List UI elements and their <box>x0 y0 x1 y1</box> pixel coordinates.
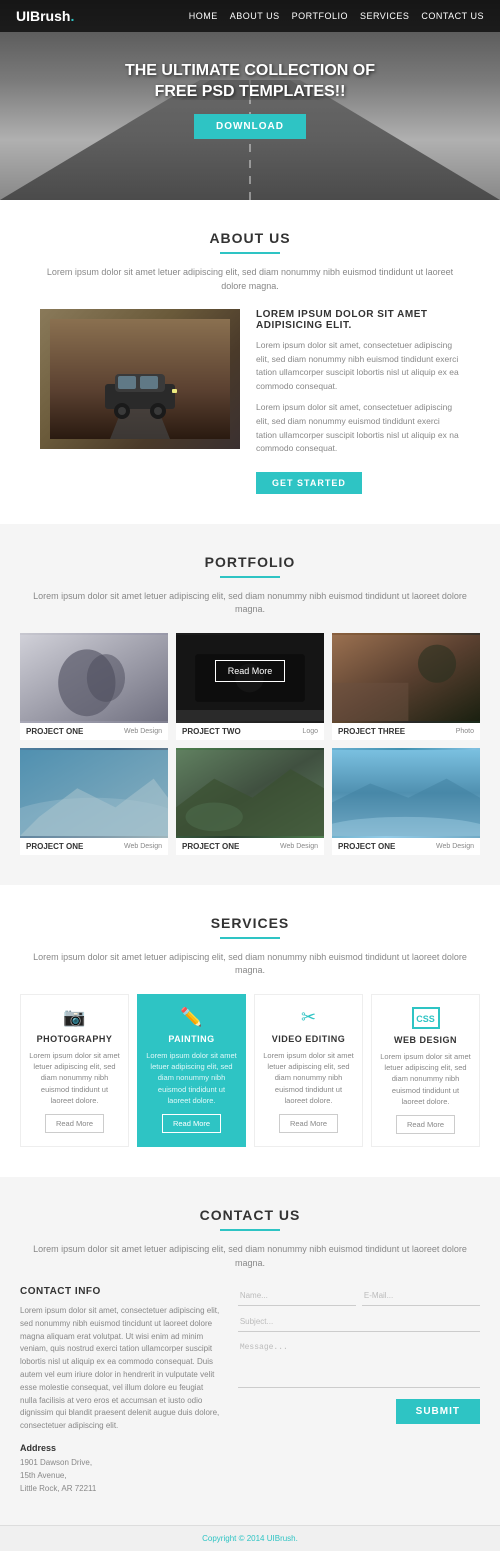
portfolio-item-6[interactable]: PROJECT ONE Web Design <box>332 748 480 855</box>
photography-icon: 📷 <box>29 1007 120 1028</box>
about-subtitle: Lorem ipsum dolor sit amet letuer adipis… <box>40 266 460 293</box>
web-design-icon: CSS <box>412 1007 440 1029</box>
portfolio-caption-6: PROJECT ONE Web Design <box>332 838 480 855</box>
footer: Copyright © 2014 UIBrush. <box>0 1525 500 1551</box>
contact-grid: CONTACT INFO Lorem ipsum dolor sit amet,… <box>20 1286 480 1495</box>
logo[interactable]: UIBrush. <box>16 8 74 24</box>
subject-input[interactable] <box>238 1312 480 1332</box>
nav-about[interactable]: ABOUT US <box>230 11 280 21</box>
about-para-1: Lorem ipsum dolor sit amet, consectetuer… <box>256 339 460 393</box>
about-section: ABOUT US Lorem ipsum dolor sit amet letu… <box>0 200 500 524</box>
services-subtitle: Lorem ipsum dolor sit amet letuer adipis… <box>20 951 480 978</box>
car-svg <box>50 319 230 439</box>
video-editing-desc: Lorem ipsum dolor sit amet letuer adipis… <box>263 1050 354 1106</box>
service-web-design: CSS WEB DESIGN Lorem ipsum dolor sit ame… <box>371 994 480 1147</box>
portfolio-grid: PROJECT ONE Web Design Read More PROJECT… <box>20 633 480 855</box>
get-started-button[interactable]: GET STARTED <box>256 472 362 494</box>
portfolio-caption-3: PROJECT THREE Photo <box>332 723 480 740</box>
painting-desc: Lorem ipsum dolor sit amet letuer adipis… <box>146 1050 237 1106</box>
form-row-1 <box>238 1286 480 1306</box>
portfolio-subtitle: Lorem ipsum dolor sit amet letuer adipis… <box>20 590 480 617</box>
portfolio-item-5[interactable]: PROJECT ONE Web Design <box>176 748 324 855</box>
photography-title: PHOTOGRAPHY <box>29 1034 120 1044</box>
read-more-button[interactable]: Read More <box>215 660 286 682</box>
submit-button[interactable]: SUBMIT <box>396 1399 480 1424</box>
footer-brand: UIBrush. <box>267 1534 298 1543</box>
web-design-desc: Lorem ipsum dolor sit amet letuer adipis… <box>380 1051 471 1107</box>
painting-read-more-button[interactable]: Read More <box>162 1114 221 1133</box>
web-design-title: WEB DESIGN <box>380 1035 471 1045</box>
footer-text: Copyright © 2014 UIBrush. <box>202 1534 298 1543</box>
about-para-2: Lorem ipsum dolor sit amet, consectetuer… <box>256 401 460 455</box>
contact-title: CONTACT US <box>20 1207 480 1223</box>
about-grid: LOREM IPSUM DOLOR SIT AMET ADIPISICING E… <box>40 309 460 494</box>
name-input[interactable] <box>238 1286 356 1306</box>
hero-content: THE ULTIMATE COLLECTION OFFREE PSD TEMPL… <box>125 61 375 140</box>
about-divider <box>220 252 280 254</box>
service-painting: ✏️ PAINTING Lorem ipsum dolor sit amet l… <box>137 994 246 1147</box>
nav-services[interactable]: SERVICES <box>360 11 409 21</box>
portfolio-section: PORTFOLIO Lorem ipsum dolor sit amet let… <box>0 524 500 885</box>
nav-home[interactable]: HOME <box>189 11 218 21</box>
contact-info-block: CONTACT INFO Lorem ipsum dolor sit amet,… <box>20 1286 222 1495</box>
submit-row: SUBMIT <box>238 1399 480 1424</box>
hero-title: THE ULTIMATE COLLECTION OFFREE PSD TEMPL… <box>125 61 375 103</box>
portfolio-item-1[interactable]: PROJECT ONE Web Design <box>20 633 168 740</box>
portfolio-item-4[interactable]: PROJECT ONE Web Design <box>20 748 168 855</box>
download-button[interactable]: DOWNLOAD <box>194 114 306 139</box>
nav-contact[interactable]: CONTACT US <box>421 11 484 21</box>
portfolio-item-2[interactable]: Read More PROJECT TWO Logo <box>176 633 324 740</box>
photography-read-more-button[interactable]: Read More <box>45 1114 104 1133</box>
video-editing-title: VIDEO EDITING <box>263 1034 354 1044</box>
navigation: UIBrush. HOME ABOUT US PORTFOLIO SERVICE… <box>0 0 500 32</box>
contact-section: CONTACT US Lorem ipsum dolor sit amet le… <box>0 1177 500 1525</box>
contact-subtitle: Lorem ipsum dolor sit amet letuer adipis… <box>20 1243 480 1270</box>
portfolio-caption-5: PROJECT ONE Web Design <box>176 838 324 855</box>
service-photography: 📷 PHOTOGRAPHY Lorem ipsum dolor sit amet… <box>20 994 129 1147</box>
services-grid: 📷 PHOTOGRAPHY Lorem ipsum dolor sit amet… <box>20 994 480 1147</box>
portfolio-overlay-2: Read More <box>176 633 324 710</box>
contact-info-text: Lorem ipsum dolor sit amet, consectetuer… <box>20 1305 222 1433</box>
contact-info-title: CONTACT INFO <box>20 1286 222 1297</box>
address-title: Address <box>20 1443 222 1453</box>
portfolio-caption-4: PROJECT ONE Web Design <box>20 838 168 855</box>
message-textarea[interactable] <box>238 1338 480 1388</box>
video-editing-read-more-button[interactable]: Read More <box>279 1114 338 1133</box>
web-design-read-more-button[interactable]: Read More <box>396 1115 455 1134</box>
about-image <box>40 309 240 449</box>
portfolio-divider <box>220 576 280 578</box>
contact-form: SUBMIT <box>238 1286 480 1495</box>
service-video-editing: ✂ VIDEO EDITING Lorem ipsum dolor sit am… <box>254 994 363 1147</box>
portfolio-item-3[interactable]: PROJECT THREE Photo <box>332 633 480 740</box>
video-editing-icon: ✂ <box>263 1007 354 1028</box>
about-title: ABOUT US <box>40 230 460 246</box>
services-section: SERVICES Lorem ipsum dolor sit amet letu… <box>0 885 500 1177</box>
painting-title: PAINTING <box>146 1034 237 1044</box>
address-text: 1901 Dawson Drive,15th Avenue,Little Roc… <box>20 1457 222 1495</box>
nav-portfolio[interactable]: PORTFOLIO <box>292 11 348 21</box>
services-divider <box>220 937 280 939</box>
painting-icon: ✏️ <box>146 1007 237 1028</box>
nav-links: HOME ABOUT US PORTFOLIO SERVICES CONTACT… <box>189 11 484 21</box>
portfolio-caption-2: PROJECT TWO Logo <box>176 723 324 740</box>
email-input[interactable] <box>362 1286 480 1306</box>
about-heading: LOREM IPSUM DOLOR SIT AMET ADIPISICING E… <box>256 309 460 331</box>
portfolio-title: PORTFOLIO <box>20 554 480 570</box>
about-text-block: LOREM IPSUM DOLOR SIT AMET ADIPISICING E… <box>256 309 460 494</box>
contact-divider <box>220 1229 280 1231</box>
photography-desc: Lorem ipsum dolor sit amet letuer adipis… <box>29 1050 120 1106</box>
form-row-2 <box>238 1312 480 1332</box>
services-title: SERVICES <box>20 915 480 931</box>
portfolio-caption-1: PROJECT ONE Web Design <box>20 723 168 740</box>
